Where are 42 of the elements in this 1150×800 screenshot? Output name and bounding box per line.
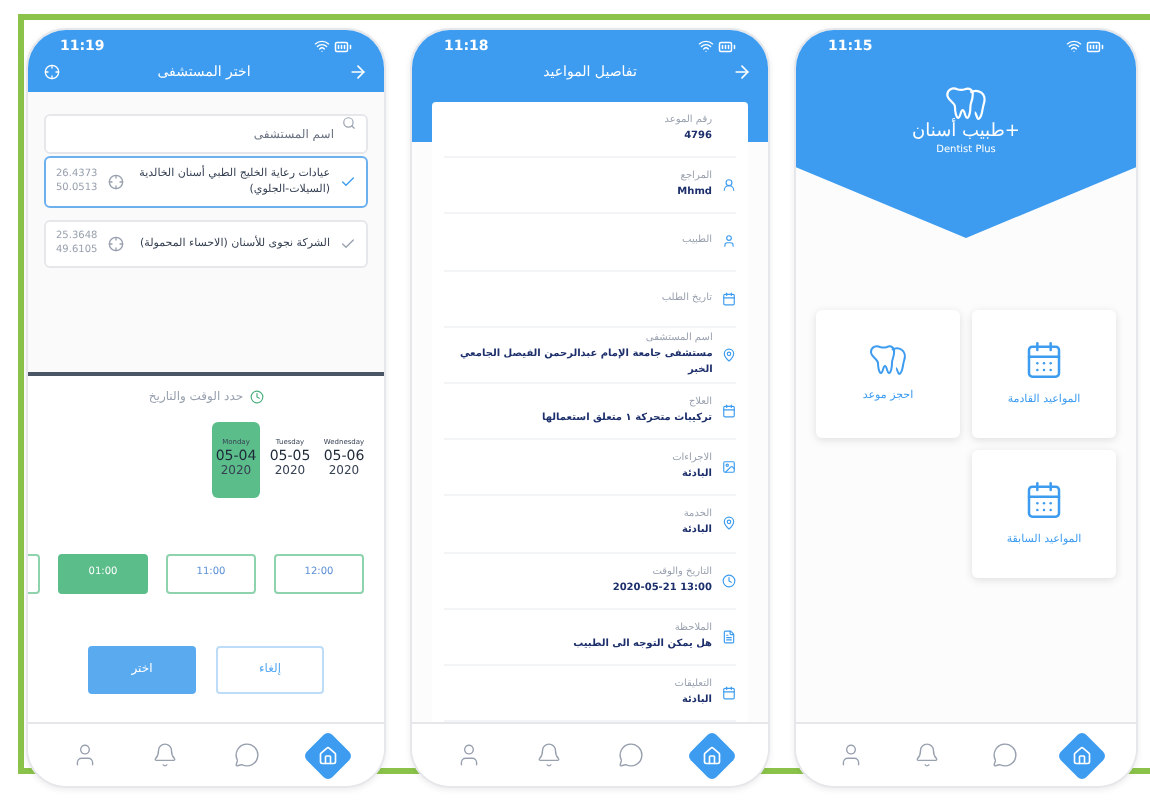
- crosshair-icon: [107, 173, 124, 189]
- wifi-icon: [698, 38, 714, 54]
- field-icon: [721, 460, 735, 475]
- calendar-icon: [1024, 339, 1064, 380]
- home-icon: [1071, 745, 1092, 765]
- home-icon: [317, 745, 338, 765]
- bell-icon: [536, 742, 563, 768]
- bell-icon: [152, 742, 179, 768]
- field-icon: [721, 573, 735, 588]
- check-icon: [340, 173, 356, 189]
- tooth-logo-icon: [944, 86, 988, 122]
- wifi-icon: [1066, 38, 1082, 54]
- home-icon: [701, 745, 722, 765]
- crosshair-icon: [107, 235, 124, 251]
- bell-icon: [914, 742, 941, 768]
- back-arrow-icon[interactable]: [731, 62, 752, 83]
- battery-icon: [1086, 37, 1104, 55]
- search-icon: [342, 115, 356, 129]
- location-icon[interactable]: [44, 64, 60, 81]
- field-icon: [721, 291, 735, 306]
- profile-icon: [837, 742, 864, 768]
- field-icon: [721, 347, 736, 362]
- chat-icon: [233, 742, 260, 768]
- chat-icon: [991, 742, 1018, 768]
- field-icon: [721, 629, 735, 644]
- profile-icon: [455, 742, 482, 768]
- profile-icon: [71, 742, 98, 768]
- check-icon: [340, 235, 356, 251]
- calendar-icon: [1024, 479, 1064, 520]
- tooth-icon: [868, 343, 908, 376]
- back-arrow-icon[interactable]: [347, 62, 368, 83]
- clock-icon: [249, 389, 264, 403]
- battery-icon: [334, 37, 352, 55]
- field-icon: [721, 685, 735, 700]
- wifi-icon: [314, 38, 330, 54]
- battery-icon: [718, 37, 736, 55]
- field-icon: [721, 234, 735, 249]
- field-icon: [721, 516, 735, 531]
- chat-icon: [617, 742, 644, 768]
- brand-title: طبيب أسنان+: [912, 121, 1020, 144]
- field-icon: [721, 404, 735, 419]
- field-icon: [721, 178, 735, 193]
